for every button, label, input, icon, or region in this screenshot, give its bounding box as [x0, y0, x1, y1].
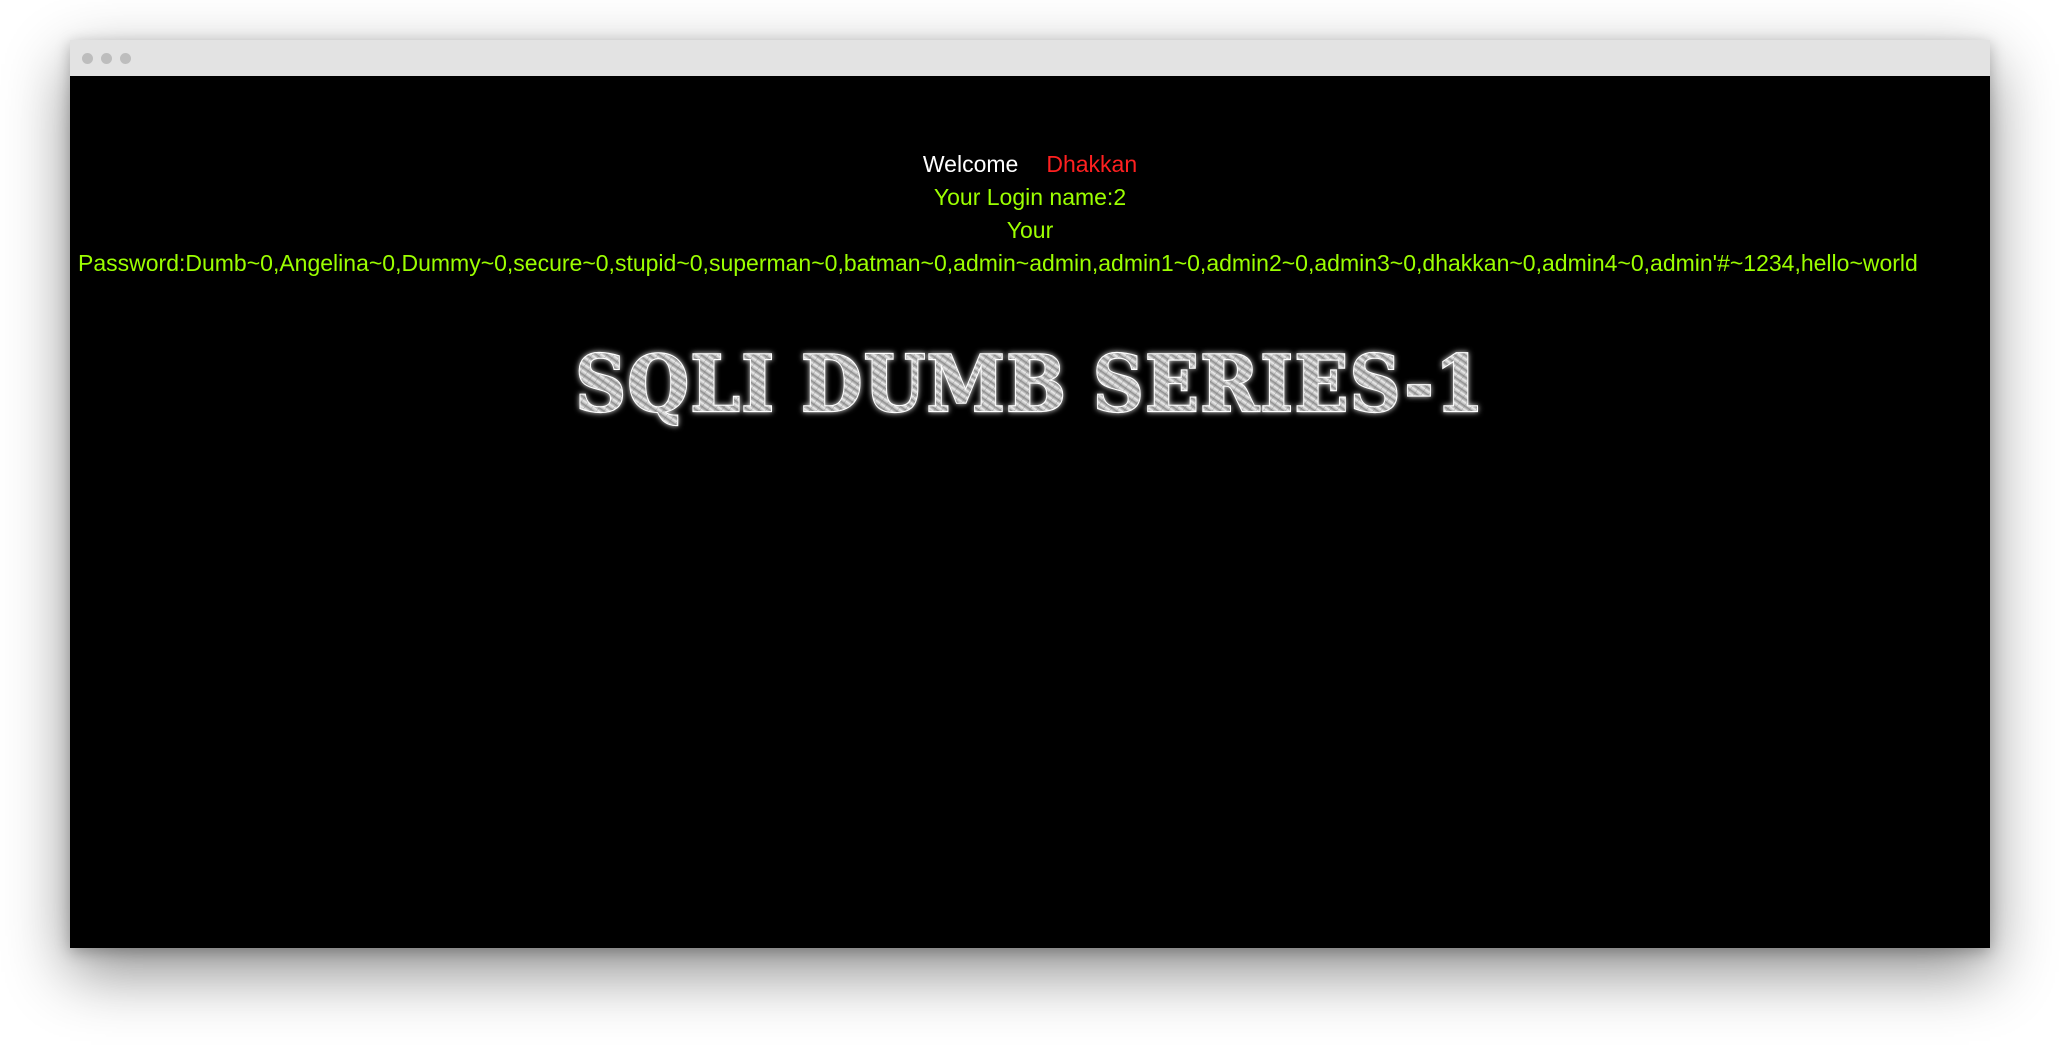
password-prefix-line: Your — [1006, 217, 1054, 243]
welcome-line: Welcome Dhakkan — [70, 148, 1990, 181]
sqli-banner-logo: SQLI DUMB SERIES-1 — [574, 338, 1485, 431]
banner-title-text: SQLI DUMB SERIES-1 — [575, 339, 1485, 430]
login-name-line: Your Login name:2 — [933, 184, 1127, 210]
user-name: Dhakkan — [1046, 151, 1138, 177]
browser-window: Welcome Dhakkan Your Login name:2 Your Pa… — [70, 40, 1990, 948]
welcome-label: Welcome — [922, 151, 1019, 177]
maximize-window-dot[interactable] — [120, 53, 131, 64]
minimize-window-dot[interactable] — [101, 53, 112, 64]
close-window-dot[interactable] — [82, 53, 93, 64]
page-content: Welcome Dhakkan Your Login name:2 Your Pa… — [70, 76, 1990, 948]
window-titlebar — [70, 40, 1990, 77]
password-line: Password:Dumb~0,Angelina~0,Dummy~0,secur… — [78, 250, 1918, 276]
